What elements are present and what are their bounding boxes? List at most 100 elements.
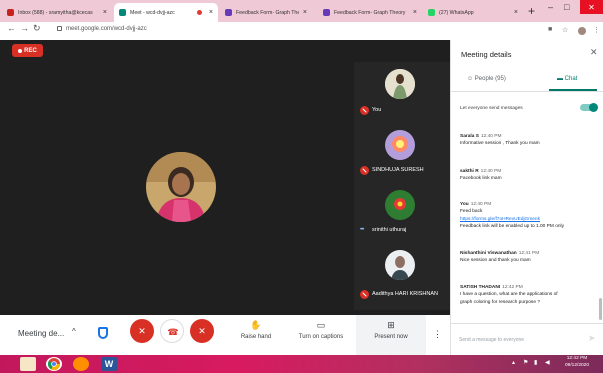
tab-meet[interactable]: Meet - wcd-dvjj-azc ×: [114, 3, 218, 22]
lock-icon: [57, 26, 62, 31]
captions-button[interactable]: ▭ Turn on captions: [289, 320, 353, 340]
participant-avatar: [385, 190, 415, 220]
gmail-icon: [7, 9, 14, 16]
muted-mic-icon: [360, 106, 369, 115]
captions-label: Turn on captions: [298, 334, 344, 340]
leave-call-button[interactable]: ☎: [160, 319, 184, 343]
back-icon[interactable]: ←: [7, 23, 16, 33]
hand-icon: ✋: [250, 320, 262, 330]
participant-avatar: [385, 130, 415, 160]
send-message-box[interactable]: Send a message to everyone ➤: [451, 323, 603, 355]
volume-icon[interactable]: ◀: [545, 359, 550, 366]
message-text: Informative session , Thank you mam: [460, 141, 540, 147]
reload-icon[interactable]: ↻: [33, 23, 41, 34]
tab-people[interactable]: ☺ People (95): [467, 76, 506, 82]
close-tab-icon[interactable]: ×: [103, 9, 107, 16]
clock[interactable]: 12:42 PM 09/12/2020: [565, 356, 589, 369]
send-icon[interactable]: ➤: [588, 333, 596, 344]
message-sender: sakthi R: [460, 169, 479, 174]
chrome-icon[interactable]: [46, 357, 62, 371]
camera-off-button[interactable]: ✕: [190, 319, 214, 343]
meet-toolbar: Meeting de... ^ ✕ ☎ ✕ ✋ Raise hand ▭ Tur…: [0, 315, 450, 355]
message-text: Facebook link mam: [460, 176, 502, 182]
participant-name: Aadithya HARI KRISHNAN: [372, 291, 439, 297]
meet-icon: [119, 9, 126, 16]
avatar[interactable]: [578, 27, 586, 35]
address-bar: ← → ↻ meet.google.com/wcd-dvjj-azc ■ ☆ ⋮: [0, 22, 603, 40]
url-text: meet.google.com/wcd-dvjj-azc: [66, 26, 147, 33]
close-tab-icon[interactable]: ×: [413, 9, 417, 16]
participant-name: SINDHUJA SURESH: [372, 167, 424, 173]
network-icon[interactable]: ▮: [534, 359, 537, 366]
message-time: 12:40 PM: [480, 134, 502, 139]
file-explorer-icon[interactable]: [20, 357, 36, 371]
tab-title: (27) WhatsApp: [439, 9, 474, 16]
send-message-input[interactable]: Send a message to everyone: [459, 337, 524, 343]
speaking-indicator-icon: •••: [360, 227, 364, 233]
presenter-avatar: [146, 152, 216, 222]
forward-icon[interactable]: →: [20, 23, 29, 33]
message-time: 12:41 PM: [518, 251, 540, 256]
tab-whatsapp[interactable]: (27) WhatsApp ×: [423, 3, 523, 22]
clock-time: 12:42 PM: [566, 356, 588, 361]
shield-icon[interactable]: [98, 327, 108, 339]
participant-strip: You SINDHUJA SURESH ••• srinithi uthuraj: [354, 62, 450, 310]
rec-badge: REC: [12, 44, 43, 57]
participant-avatar: [385, 69, 415, 99]
everyone-send-toggle[interactable]: [580, 103, 598, 112]
muted-mic-icon: [360, 166, 369, 175]
rec-label: REC: [24, 47, 37, 54]
maximize-icon[interactable]: □: [564, 2, 569, 12]
star-icon[interactable]: ☆: [562, 26, 568, 34]
participant-name: You: [372, 107, 382, 113]
recording-dot-icon: [196, 10, 202, 15]
present-now-button[interactable]: ⊞ Present now: [356, 315, 426, 355]
tab-feedback-form-2[interactable]: Feedback Form- Graph Theory ×: [318, 3, 422, 22]
chevron-up-icon[interactable]: ^: [72, 327, 76, 336]
message-time: 12:40 PM: [470, 202, 492, 207]
tab-feedback-form-1[interactable]: Feedback Form- Graph Theory ×: [220, 3, 312, 22]
present-now-label: Present now: [374, 334, 408, 340]
chat-message: Sarala S 12:40 PM Informative session , T…: [460, 133, 596, 148]
present-now-content: ⊞ Present now: [359, 320, 423, 340]
people-icon: ☺: [467, 76, 475, 82]
new-tab-button[interactable]: +: [528, 4, 535, 18]
camera-icon[interactable]: ■: [548, 26, 552, 33]
message-text: I have a question, what are the applicat…: [460, 292, 558, 298]
meeting-details-panel: Meeting details ✕ ☺ People (95) ▬ Chat L…: [450, 40, 603, 355]
close-tab-icon[interactable]: ×: [514, 9, 518, 16]
media-player-icon[interactable]: [73, 357, 89, 371]
chat-message: You 12:40 PM Feed back https://forms.gle/…: [460, 201, 596, 231]
tab-title: Inbox (588) - sramyitha@kcecas: [18, 9, 93, 16]
more-options-icon[interactable]: ⋮: [433, 329, 442, 340]
close-tab-icon[interactable]: ×: [303, 9, 307, 16]
whatsapp-icon: [428, 9, 435, 16]
tab-gmail[interactable]: Inbox (588) - sramyitha@kcecas ×: [2, 3, 112, 22]
microphone-off-button[interactable]: ✕: [130, 319, 154, 343]
minimize-icon[interactable]: –: [548, 2, 553, 12]
participant-avatar: [385, 250, 415, 280]
chat-message: SATISH THADANI 12:42 PM I have a question…: [460, 284, 596, 306]
menu-icon[interactable]: ⋮: [593, 26, 600, 34]
message-text: Nice session and thank you mam: [460, 258, 531, 264]
feedback-link[interactable]: https://forms.gle/f7oHRevUEdjGmenk: [460, 216, 596, 223]
url-field[interactable]: meet.google.com/wcd-dvjj-azc: [57, 26, 147, 32]
message-time: 12:40 PM: [480, 169, 502, 174]
close-tab-icon[interactable]: ×: [209, 9, 213, 16]
meeting-details-button[interactable]: Meeting de...: [18, 329, 64, 338]
message-time: 12:42 PM: [502, 285, 523, 290]
everyone-send-label: Let everyone send messages: [460, 106, 523, 111]
message-sender: SATISH THADANI: [460, 285, 501, 290]
tab-chat[interactable]: ▬ Chat: [557, 76, 577, 82]
word-icon[interactable]: W: [101, 357, 117, 371]
chat-message: Nishanthini Viswanathan 12:41 PM Nice ses…: [460, 250, 596, 265]
chat-tab-label: Chat: [564, 76, 578, 82]
show-hidden-icons[interactable]: ▴: [512, 359, 515, 366]
participant-name: srinithi uthuraj: [372, 227, 407, 233]
close-window-icon[interactable]: ✕: [580, 0, 603, 14]
close-panel-icon[interactable]: ✕: [590, 47, 598, 58]
message-sender: You: [460, 202, 469, 207]
raise-hand-button[interactable]: ✋ Raise hand: [224, 320, 288, 340]
flag-icon[interactable]: ⚑: [523, 359, 528, 366]
chat-scrollbar[interactable]: [599, 298, 602, 320]
